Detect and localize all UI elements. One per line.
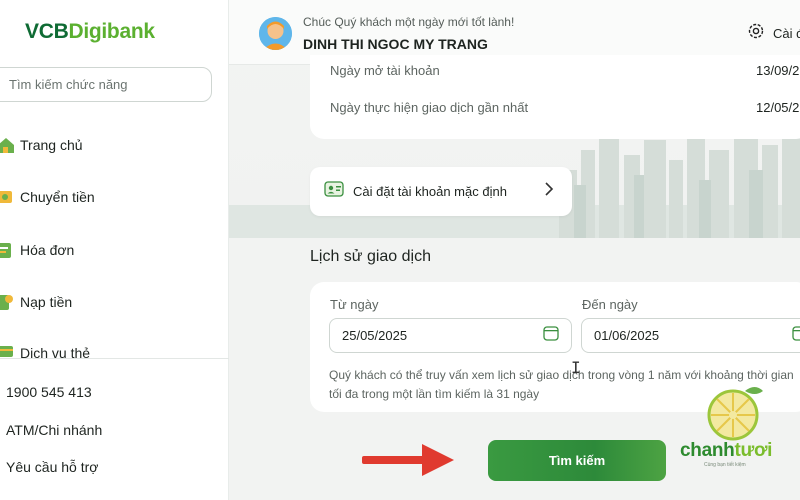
to-date-value: 01/06/2025 bbox=[594, 328, 660, 343]
text-cursor-icon: I bbox=[571, 358, 581, 377]
search-button[interactable]: Tìm kiếm bbox=[488, 440, 666, 481]
gear-icon bbox=[747, 22, 765, 45]
atm-branch-link[interactable]: ATM/Chi nhánh bbox=[6, 422, 102, 438]
sidebar-item-label: Trang chủ bbox=[20, 137, 83, 153]
last-transaction-date-label: Ngày thực hiện giao dịch gần nhất bbox=[330, 100, 529, 115]
sidebar-item-label: Dịch vụ thẻ bbox=[20, 345, 91, 359]
sidebar-item-label: Hóa đơn bbox=[20, 242, 75, 258]
sidebar-item-label: Nạp tiền bbox=[20, 294, 73, 310]
calendar-icon[interactable] bbox=[792, 325, 800, 346]
logo-vcb-text: VCB bbox=[25, 20, 69, 43]
red-arrow-annotation bbox=[362, 444, 454, 476]
sidebar-item-topup[interactable]: Nạp tiền bbox=[0, 287, 229, 317]
sidebar-item-card-services[interactable]: Dịch vụ thẻ bbox=[0, 339, 229, 359]
chanhtuoi-brand-text: chanhtươi bbox=[680, 440, 773, 461]
chanhtuoi-tagline: Cùng bạn tiết kiệm bbox=[704, 462, 746, 468]
default-account-label: Cài đặt tài khoản mặc định bbox=[353, 184, 507, 199]
settings-button[interactable]: Cài đ bbox=[747, 22, 800, 45]
hotline-link[interactable]: 1900 545 413 bbox=[6, 384, 92, 400]
from-date-label: Từ ngày bbox=[330, 297, 379, 312]
to-date-input[interactable]: 01/06/2025 bbox=[581, 318, 800, 353]
search-button-label: Tìm kiếm bbox=[548, 453, 606, 468]
last-transaction-date-value: 12/05/2 bbox=[756, 100, 800, 115]
account-open-date-label: Ngày mở tài khoản bbox=[330, 63, 440, 78]
bill-icon bbox=[0, 240, 14, 260]
account-info-card: Ngày mở tài khoản 13/09/2 Ngày thực hiện… bbox=[310, 55, 800, 139]
account-open-date-value: 13/09/2 bbox=[756, 63, 800, 78]
logo-digibank-text: Digibank bbox=[68, 20, 155, 43]
home-icon bbox=[0, 135, 14, 155]
transaction-history-title: Lịch sử giao dịch bbox=[310, 248, 431, 265]
sidebar-item-transfer[interactable]: Chuyển tiền bbox=[0, 182, 229, 212]
sidebar-item-label: Chuyển tiền bbox=[20, 189, 95, 205]
function-search-input[interactable]: Tìm kiếm chức năng bbox=[0, 67, 212, 102]
calendar-icon[interactable] bbox=[543, 325, 559, 346]
greeting-text: Chúc Quý khách một ngày mới tốt lành! bbox=[303, 15, 515, 29]
sidebar-item-bills[interactable]: Hóa đơn bbox=[0, 235, 229, 265]
default-account-setting-button[interactable]: Cài đặt tài khoản mặc định bbox=[310, 167, 572, 216]
card-icon bbox=[0, 339, 14, 359]
to-date-label: Đến ngày bbox=[582, 297, 638, 312]
chevron-right-icon bbox=[544, 182, 554, 201]
money-transfer-icon bbox=[0, 187, 14, 207]
user-avatar[interactable] bbox=[259, 17, 292, 50]
user-name: DINH THI NGOC MY TRANG bbox=[303, 36, 488, 52]
search-placeholder: Tìm kiếm chức năng bbox=[9, 77, 128, 92]
topup-icon bbox=[0, 292, 14, 312]
sidebar-item-home[interactable]: Trang chủ bbox=[0, 130, 229, 160]
sidebar: VCBDigibank Tìm kiếm chức năng Trang chủ… bbox=[0, 0, 229, 500]
vcb-digibank-logo[interactable]: VCBDigibank bbox=[25, 20, 155, 44]
settings-label: Cài đ bbox=[773, 26, 800, 41]
from-date-value: 25/05/2025 bbox=[342, 328, 408, 343]
from-date-input[interactable]: 25/05/2025 bbox=[329, 318, 572, 353]
id-card-icon bbox=[324, 181, 344, 202]
sidebar-divider bbox=[0, 358, 229, 359]
support-request-link[interactable]: Yêu cầu hỗ trợ bbox=[6, 459, 98, 475]
